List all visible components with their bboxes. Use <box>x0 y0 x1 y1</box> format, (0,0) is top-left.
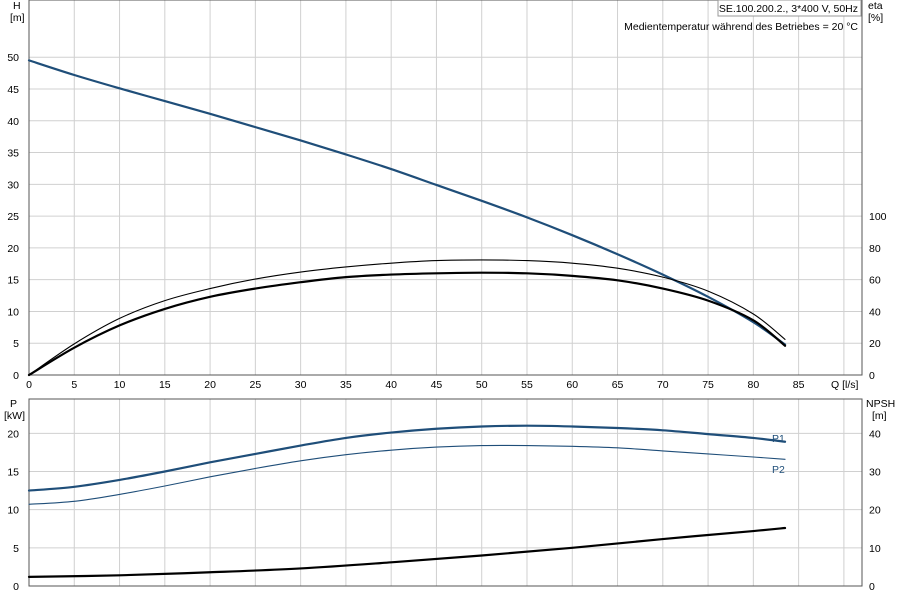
y-left-tick-label: 40 <box>7 116 19 128</box>
x-tick-label: 0 <box>26 379 32 391</box>
series-line-top-2 <box>27 271 787 377</box>
eta-axis-name: eta <box>868 0 883 12</box>
x-tick-label: 65 <box>612 379 624 391</box>
x-tick-label: 70 <box>657 379 669 391</box>
y-right-tick-label: 20 <box>869 505 881 517</box>
x-tick-label: 20 <box>204 379 216 391</box>
y-left-tick-label: 10 <box>7 306 19 318</box>
y-left-tick-label: 0 <box>13 581 19 593</box>
y-left-tick-label: 5 <box>13 338 19 350</box>
x-tick-label: 60 <box>566 379 578 391</box>
x-tick-label: 30 <box>295 379 307 391</box>
y-left-tick-label: 30 <box>7 179 19 191</box>
y-left-tick-label: 25 <box>7 211 19 223</box>
y-right-tick-label: 40 <box>869 428 881 440</box>
y-right-tick-label: 20 <box>869 338 881 350</box>
series-layer <box>27 59 787 578</box>
x-tick-label: 85 <box>793 379 805 391</box>
y-right-tick-label: 60 <box>869 275 881 287</box>
y-right-tick-label: 40 <box>869 306 881 318</box>
x-tick-label: 5 <box>71 379 77 391</box>
eta-axis-unit: [%] <box>868 12 883 24</box>
p2-series-label: P2 <box>772 464 785 476</box>
chart-title: SE.100.200.2., 3*400 V, 50Hz <box>719 3 858 15</box>
y-left-tick-label: 45 <box>7 84 19 96</box>
temperature-note: Medientemperatur während des Betriebes =… <box>624 21 858 33</box>
x-tick-label: 25 <box>250 379 262 391</box>
npsh-axis-name: NPSH <box>866 398 895 410</box>
q-axis-label: Q [l/s] <box>831 379 859 391</box>
y-left-tick-label: 5 <box>13 543 19 555</box>
x-tick-label: 55 <box>521 379 533 391</box>
x-tick-label: 10 <box>114 379 126 391</box>
x-tick-label: 80 <box>748 379 760 391</box>
x-tick-label: 50 <box>476 379 488 391</box>
series-line-top-0 <box>27 59 787 346</box>
x-tick-label: 15 <box>159 379 171 391</box>
p1-series-label: P1 <box>772 433 785 445</box>
x-tick-label: 35 <box>340 379 352 391</box>
p-axis-name: P <box>10 398 17 410</box>
h-axis-name: H <box>13 0 21 12</box>
y-left-tick-label: 35 <box>7 148 19 160</box>
y-left-tick-label: 15 <box>7 467 19 479</box>
y-left-tick-label: 0 <box>13 370 19 382</box>
series-line-bottom-0 <box>27 424 787 492</box>
p-axis-unit: [kW] <box>4 410 25 422</box>
x-tick-label: 40 <box>385 379 397 391</box>
y-left-tick-label: 10 <box>7 505 19 517</box>
y-right-tick-label: 0 <box>869 370 875 382</box>
npsh-axis-unit: [m] <box>872 410 887 422</box>
y-left-tick-label: 50 <box>7 52 19 64</box>
y-left-tick-label: 15 <box>7 275 19 287</box>
y-left-tick-label: 20 <box>7 243 19 255</box>
x-tick-label: 75 <box>702 379 714 391</box>
x-tick-label: 45 <box>431 379 443 391</box>
y-right-tick-label: 100 <box>869 211 887 223</box>
y-right-tick-label: 0 <box>869 581 875 593</box>
h-axis-unit: [m] <box>10 12 25 24</box>
y-left-tick-label: 20 <box>7 428 19 440</box>
grid-layer <box>28 0 863 587</box>
y-right-tick-label: 10 <box>869 543 881 555</box>
y-right-tick-label: 30 <box>869 467 881 479</box>
y-right-tick-label: 80 <box>869 243 881 255</box>
pump-curve-chart: 051015202530354045500204060801000 5 10 15 20… <box>4 0 895 593</box>
series-line-bottom-2 <box>27 526 787 578</box>
